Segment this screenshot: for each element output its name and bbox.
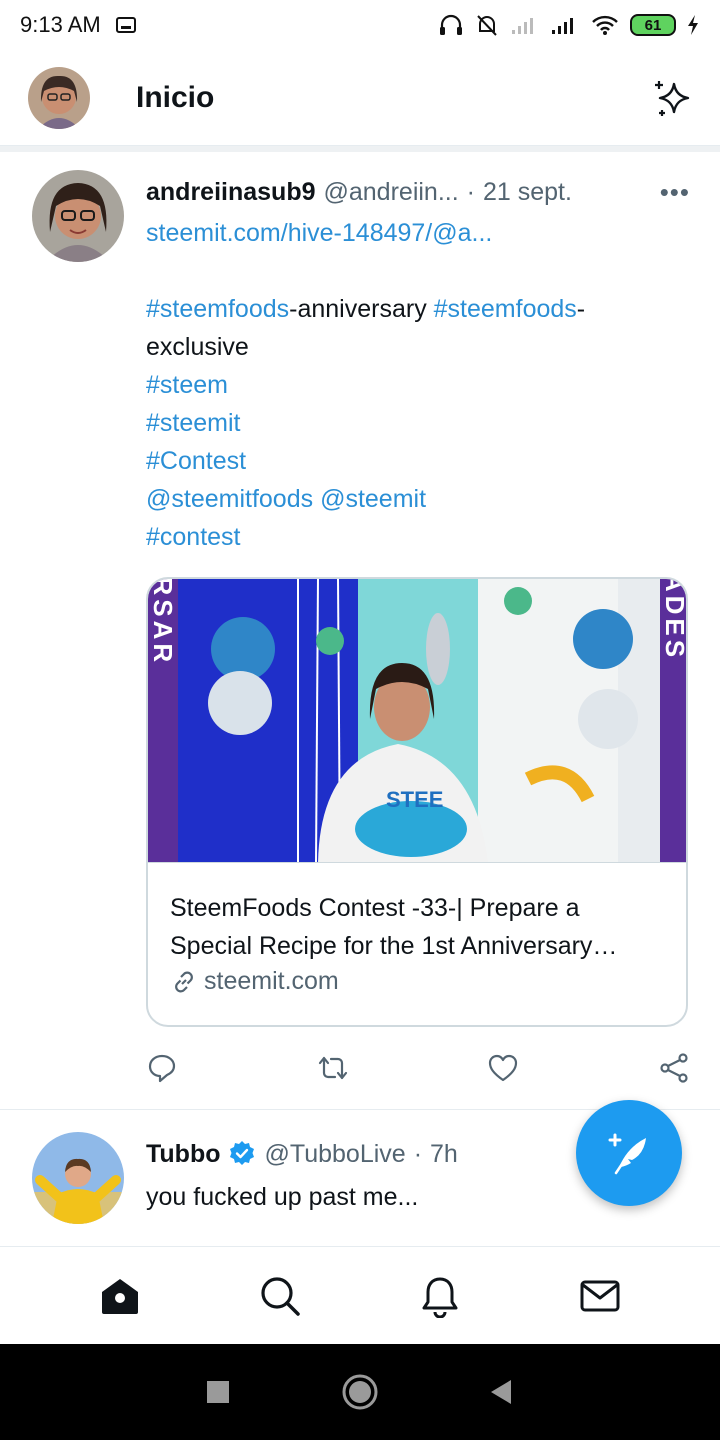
- mention-steemit[interactable]: @steemit: [320, 485, 426, 513]
- compose-feather-icon: [608, 1133, 646, 1175]
- hashtag-steemfoods-2[interactable]: #steemfoods: [434, 295, 577, 323]
- sparkle-icon[interactable]: [652, 78, 692, 118]
- tweet-actions: [146, 1048, 690, 1088]
- banner-left-text: NIVERSAR: [148, 579, 178, 666]
- signal-icon: [552, 18, 573, 34]
- battery-indicator: 61: [630, 14, 676, 36]
- back-triangle-icon[interactable]: [489, 1378, 515, 1406]
- author-handle[interactable]: @andreiin...: [324, 178, 459, 207]
- tweet-andreiinasub9[interactable]: andreiinasub9 @andreiin... · 21 sept. ••…: [0, 152, 720, 1110]
- screen-icon: [115, 17, 136, 33]
- text-anniversary: -anniversary: [289, 295, 434, 323]
- tweet-time[interactable]: 7h: [430, 1140, 458, 1169]
- like-icon[interactable]: [487, 1052, 519, 1084]
- hashtag-contest[interactable]: #contest: [146, 523, 241, 551]
- retweet-icon[interactable]: [317, 1052, 349, 1084]
- tweet-url-link[interactable]: steemit.com/hive-148497/@a...: [146, 219, 492, 247]
- link-icon: [175, 971, 193, 992]
- link-card[interactable]: STEE NIVERSAR ICIDADES SteemFoods Contes…: [146, 577, 688, 1027]
- profile-avatar[interactable]: [28, 66, 90, 129]
- card-domain-text: steemit.com: [204, 967, 339, 995]
- page-title: Inicio: [136, 80, 215, 114]
- text-dash: -: [576, 295, 586, 323]
- hashtag-steem[interactable]: #steem: [146, 371, 228, 399]
- status-bar: 9:13 AM 61: [0, 0, 720, 50]
- separator-dot: ·: [466, 177, 475, 206]
- banner-right-text: ICIDADES: [660, 579, 686, 661]
- recents-square-icon[interactable]: [205, 1379, 231, 1405]
- notifications-icon[interactable]: [418, 1274, 462, 1318]
- text-exclusive: exclusive: [146, 333, 249, 361]
- bottom-navigation: [0, 1246, 720, 1344]
- hashtag-steemfoods[interactable]: #steemfoods: [146, 295, 289, 323]
- search-icon[interactable]: [258, 1274, 302, 1318]
- messages-icon[interactable]: [578, 1274, 622, 1318]
- top-header: Inicio: [0, 50, 720, 146]
- shirt-text: STEE: [386, 787, 443, 812]
- card-photo: STEE NIVERSAR ICIDADES: [148, 579, 686, 862]
- card-info: SteemFoods Contest -33-| Prepare a Speci…: [148, 863, 686, 996]
- hashtag-contest-cap[interactable]: #Contest: [146, 447, 246, 475]
- tweet-author-avatar[interactable]: [32, 170, 124, 262]
- author-handle[interactable]: @TubboLive: [265, 1140, 406, 1169]
- card-domain: steemit.com: [170, 967, 664, 996]
- author-name[interactable]: andreiinasub9: [146, 178, 316, 207]
- tweet-body: andreiinasub9 @andreiin... · 21 sept. ••…: [146, 174, 690, 556]
- system-navigation-bar: [0, 1344, 720, 1440]
- hashtag-steemit[interactable]: #steemit: [146, 409, 240, 437]
- status-time: 9:13 AM: [20, 12, 101, 37]
- separator-dot: ·: [413, 1139, 423, 1168]
- share-icon[interactable]: [658, 1052, 690, 1084]
- tweet-author-avatar[interactable]: [32, 1132, 124, 1224]
- author-name[interactable]: Tubbo: [146, 1140, 221, 1169]
- headphones-icon: [440, 14, 462, 35]
- charging-icon: [688, 15, 698, 35]
- verified-badge-icon: [229, 1141, 254, 1165]
- tweet-time[interactable]: 21 sept.: [483, 178, 572, 207]
- home-icon[interactable]: [98, 1274, 142, 1318]
- muted-bell-icon: [477, 15, 497, 36]
- home-circle-icon[interactable]: [341, 1373, 379, 1411]
- more-options-icon[interactable]: •••: [660, 177, 690, 208]
- wifi-icon: [592, 15, 618, 35]
- card-title: SteemFoods Contest -33-| Prepare a Speci…: [170, 894, 618, 960]
- compose-tweet-button[interactable]: [576, 1100, 682, 1206]
- mention-steemitfoods[interactable]: @steemitfoods: [146, 485, 313, 513]
- tweet-header: andreiinasub9 @andreiin... · 21 sept. ••…: [146, 174, 690, 210]
- signal-weak-icon: [512, 18, 533, 34]
- card-image: STEE NIVERSAR ICIDADES: [148, 579, 686, 863]
- tweet-text: steemit.com/hive-148497/@a... #steemfood…: [146, 214, 690, 556]
- reply-icon[interactable]: [146, 1052, 178, 1084]
